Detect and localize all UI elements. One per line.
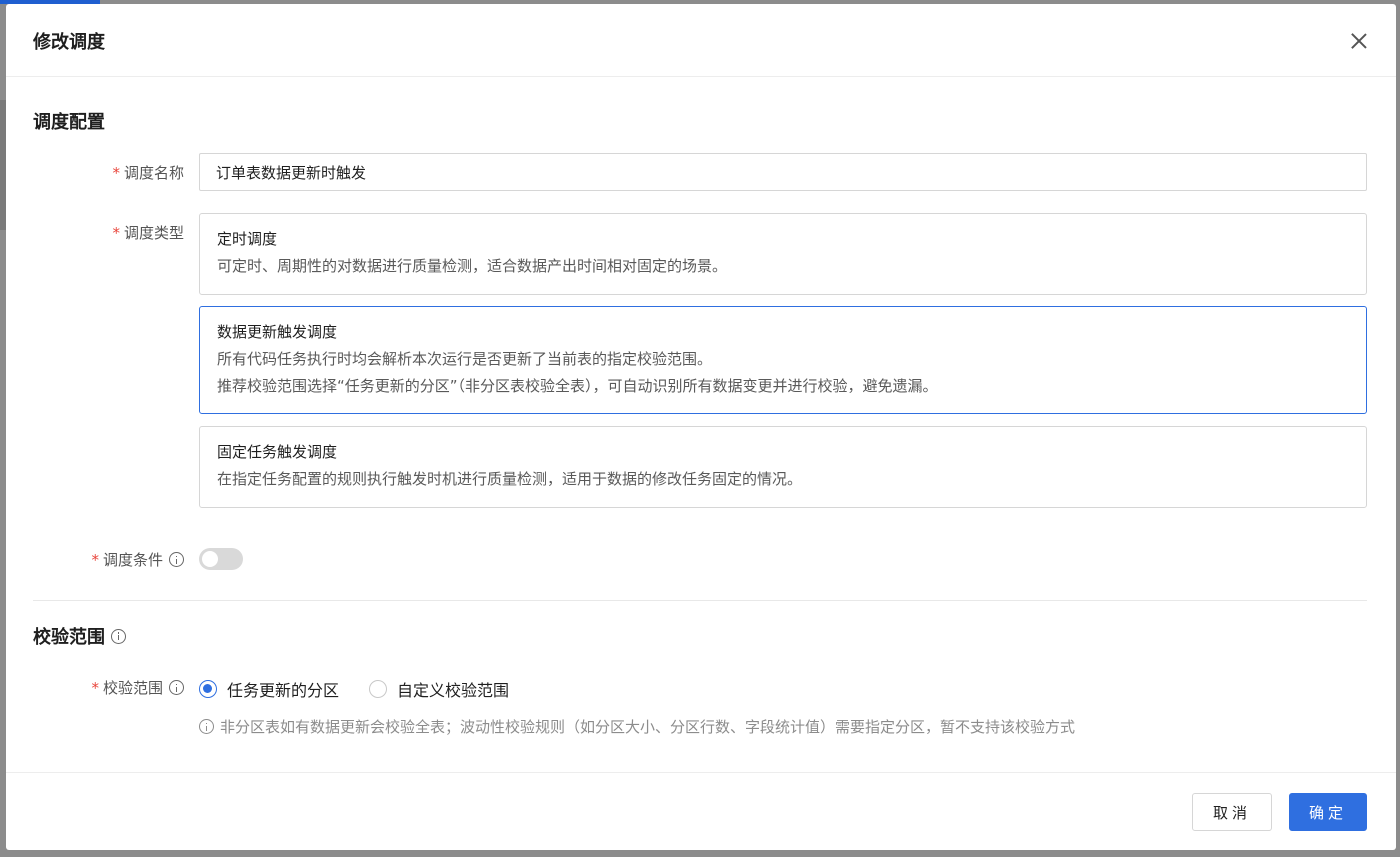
schedule-condition-toggle[interactable] [199,548,243,570]
radio-label: 自定义校验范围 [397,681,510,700]
radio-updated-partition[interactable]: 任务更新的分区 [199,677,339,701]
dialog-header: 修改调度 [6,4,1396,77]
schedule-config-title-text: 调度配置 [33,112,105,133]
schedule-name-label: * 调度名称 [112,162,184,183]
toggle-knob [202,551,218,567]
option-desc: 在指定任务配置的规则执行触发时机进行质量检测，适用于数据的修改任务固定的情况。 [217,470,803,488]
required-mark: * [91,551,99,569]
radio-custom-scope[interactable]: 自定义校验范围 [369,677,509,701]
info-icon[interactable] [169,552,184,567]
edit-schedule-dialog: 修改调度 调度配置 * 调度名称 订单表数据更新时触发 * 调度类型 定时调度 可定… [6,4,1396,850]
option-desc: 可定时、周期性的对数据进行质量检测，适合数据产出时间相对固定的场景。 [217,257,728,275]
schedule-condition-label: * 调度条件 [91,549,184,570]
close-icon[interactable] [1348,30,1370,52]
schedule-name-input[interactable]: 订单表数据更新时触发 [199,153,1367,191]
required-mark: * [112,164,120,182]
option-title: 定时调度 [217,230,278,248]
info-icon[interactable] [111,628,126,644]
scope-label: * 校验范围 [91,677,184,698]
option-desc-line: 所有代码任务执行时均会解析本次运行是否更新了当前表的指定校验范围。 [217,350,713,368]
schedule-type-option-timed[interactable]: 定时调度 可定时、周期性的对数据进行质量检测，适合数据产出时间相对固定的场景。 [199,213,1367,295]
scope-hint: 非分区表如有数据更新会校验全表；波动性校验规则（如分区大小、分区行数、字段统计值… [199,716,1075,737]
scope-section-title: 校验范围 [33,623,126,649]
info-icon[interactable] [169,680,184,695]
cancel-button[interactable]: 取消 [1192,793,1272,831]
confirm-button[interactable]: 确定 [1289,793,1367,831]
scope-section-title-text: 校验范围 [33,627,105,648]
option-desc: 所有代码任务执行时均会解析本次运行是否更新了当前表的指定校验范围。 推荐校验范围… [217,346,1349,400]
radio-unchecked-icon [369,680,388,698]
required-mark: * [91,679,99,697]
schedule-condition-label-text: 调度条件 [102,551,163,569]
required-mark: * [112,224,120,242]
scope-hint-text: 非分区表如有数据更新会校验全表；波动性校验规则（如分区大小、分区行数、字段统计值… [220,718,1076,736]
radio-label: 任务更新的分区 [227,681,340,700]
dialog-title: 修改调度 [33,32,105,53]
section-divider [33,600,1367,601]
scope-label-text: 校验范围 [102,679,163,697]
option-title: 数据更新触发调度 [217,323,338,341]
schedule-type-label-text: 调度类型 [123,224,184,242]
option-desc-line: 推荐校验范围选择“任务更新的分区”（非分区表校验全表），可自动识别所有数据变更并… [217,377,938,395]
info-icon [199,719,214,734]
schedule-type-label: * 调度类型 [112,222,184,243]
radio-checked-icon [199,680,217,698]
schedule-config-title: 调度配置 [33,108,105,134]
option-title: 固定任务触发调度 [217,443,338,461]
schedule-name-value: 订单表数据更新时触发 [216,163,367,182]
scope-radio-group: 任务更新的分区 自定义校验范围 [199,677,509,701]
schedule-type-option-data-update[interactable]: 数据更新触发调度 所有代码任务执行时均会解析本次运行是否更新了当前表的指定校验范… [199,306,1367,414]
schedule-type-option-fixed-task[interactable]: 固定任务触发调度 在指定任务配置的规则执行触发时机进行质量检测，适用于数据的修改… [199,426,1367,508]
schedule-name-label-text: 调度名称 [123,164,184,182]
dialog-footer: 取消 确定 [6,772,1396,850]
